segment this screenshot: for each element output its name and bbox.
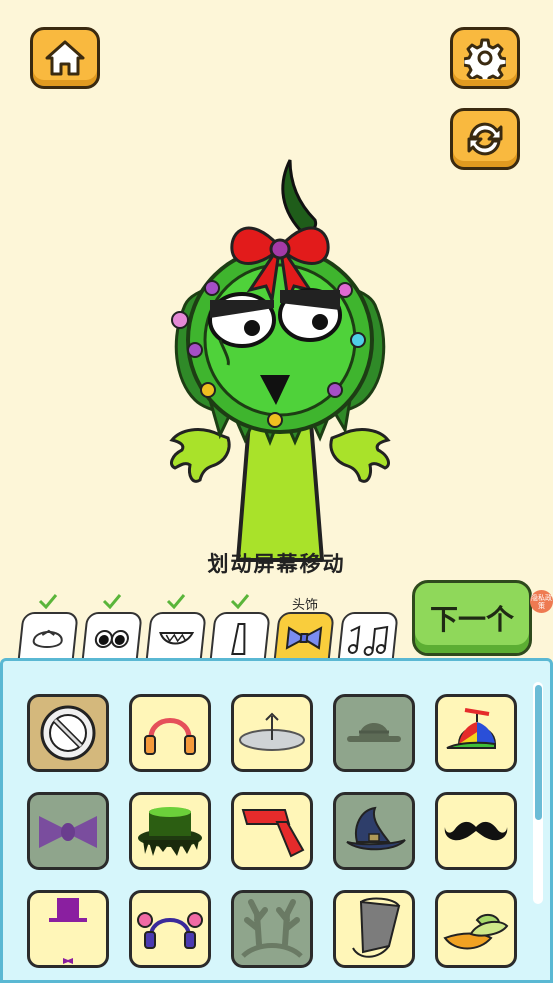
item-tiny-top-hat[interactable] bbox=[27, 890, 109, 968]
right-hand bbox=[329, 428, 391, 483]
refresh-button[interactable] bbox=[450, 108, 520, 170]
red-scarf-icon bbox=[241, 809, 305, 858]
tab-face-shape[interactable] bbox=[17, 612, 79, 664]
eyes-icon bbox=[94, 630, 129, 648]
check-icon bbox=[230, 594, 250, 609]
home-icon bbox=[45, 40, 85, 76]
selected-category-label: 头饰 bbox=[291, 598, 318, 613]
bow-icon bbox=[39, 816, 97, 848]
item-red-scarf[interactable] bbox=[231, 792, 313, 870]
item-propeller-cap[interactable] bbox=[435, 694, 517, 772]
item-slime-top-hat[interactable] bbox=[129, 792, 211, 870]
tab-mouth[interactable] bbox=[145, 612, 207, 664]
item-headphones[interactable] bbox=[129, 694, 211, 772]
bowler-hat-icon bbox=[347, 723, 401, 742]
home-button[interactable] bbox=[30, 27, 100, 89]
item-antlers[interactable] bbox=[231, 890, 313, 968]
bucket-icon bbox=[352, 897, 401, 958]
item-ear-muffs[interactable] bbox=[129, 890, 211, 968]
headphones-icon bbox=[144, 718, 196, 755]
item-witch-hat[interactable] bbox=[333, 792, 415, 870]
character-figure[interactable] bbox=[150, 150, 410, 570]
next-button[interactable]: 下一个 bbox=[412, 580, 532, 656]
item-bucket[interactable] bbox=[333, 890, 415, 968]
head-sprout bbox=[281, 159, 318, 234]
check-icon bbox=[102, 594, 122, 609]
body-icon bbox=[231, 623, 246, 655]
item-bow[interactable] bbox=[27, 792, 109, 870]
settings-button[interactable] bbox=[450, 27, 520, 89]
tab-accessories[interactable] bbox=[273, 612, 335, 664]
tiny-top-hat-icon bbox=[49, 898, 87, 964]
item-propeller-disc[interactable] bbox=[231, 694, 313, 772]
tab-body[interactable] bbox=[209, 612, 271, 664]
panel-scrollbar-thumb[interactable] bbox=[535, 685, 542, 820]
propeller-disc-icon bbox=[239, 712, 305, 751]
mustache-icon bbox=[444, 821, 508, 841]
bow-tie-icon bbox=[285, 626, 323, 650]
item-bowler-hat[interactable] bbox=[333, 694, 415, 772]
swipe-hint-text: 划动屏幕移动 bbox=[207, 552, 346, 576]
face-shape-icon bbox=[32, 629, 63, 648]
music-notes-icon bbox=[347, 625, 389, 656]
item-sun-hat[interactable] bbox=[435, 890, 517, 968]
sun-hat-icon bbox=[443, 914, 509, 950]
item-none[interactable] bbox=[27, 694, 109, 772]
slime-top-hat-icon bbox=[138, 807, 202, 856]
privacy-policy-badge[interactable]: 隐私政策 bbox=[530, 590, 553, 613]
antlers-icon bbox=[241, 899, 303, 958]
ear-muffs-icon bbox=[137, 912, 203, 949]
mouth-icon bbox=[159, 632, 195, 645]
refresh-icon bbox=[467, 122, 503, 156]
tab-music[interactable] bbox=[337, 612, 399, 664]
check-icon bbox=[38, 594, 58, 609]
none-icon bbox=[40, 705, 96, 761]
gear-icon bbox=[464, 38, 506, 79]
item-mustache[interactable] bbox=[435, 792, 517, 870]
witch-hat-icon bbox=[346, 806, 406, 851]
check-icon bbox=[166, 594, 186, 609]
tab-eyes[interactable] bbox=[81, 612, 143, 664]
propeller-cap-icon bbox=[446, 708, 497, 749]
